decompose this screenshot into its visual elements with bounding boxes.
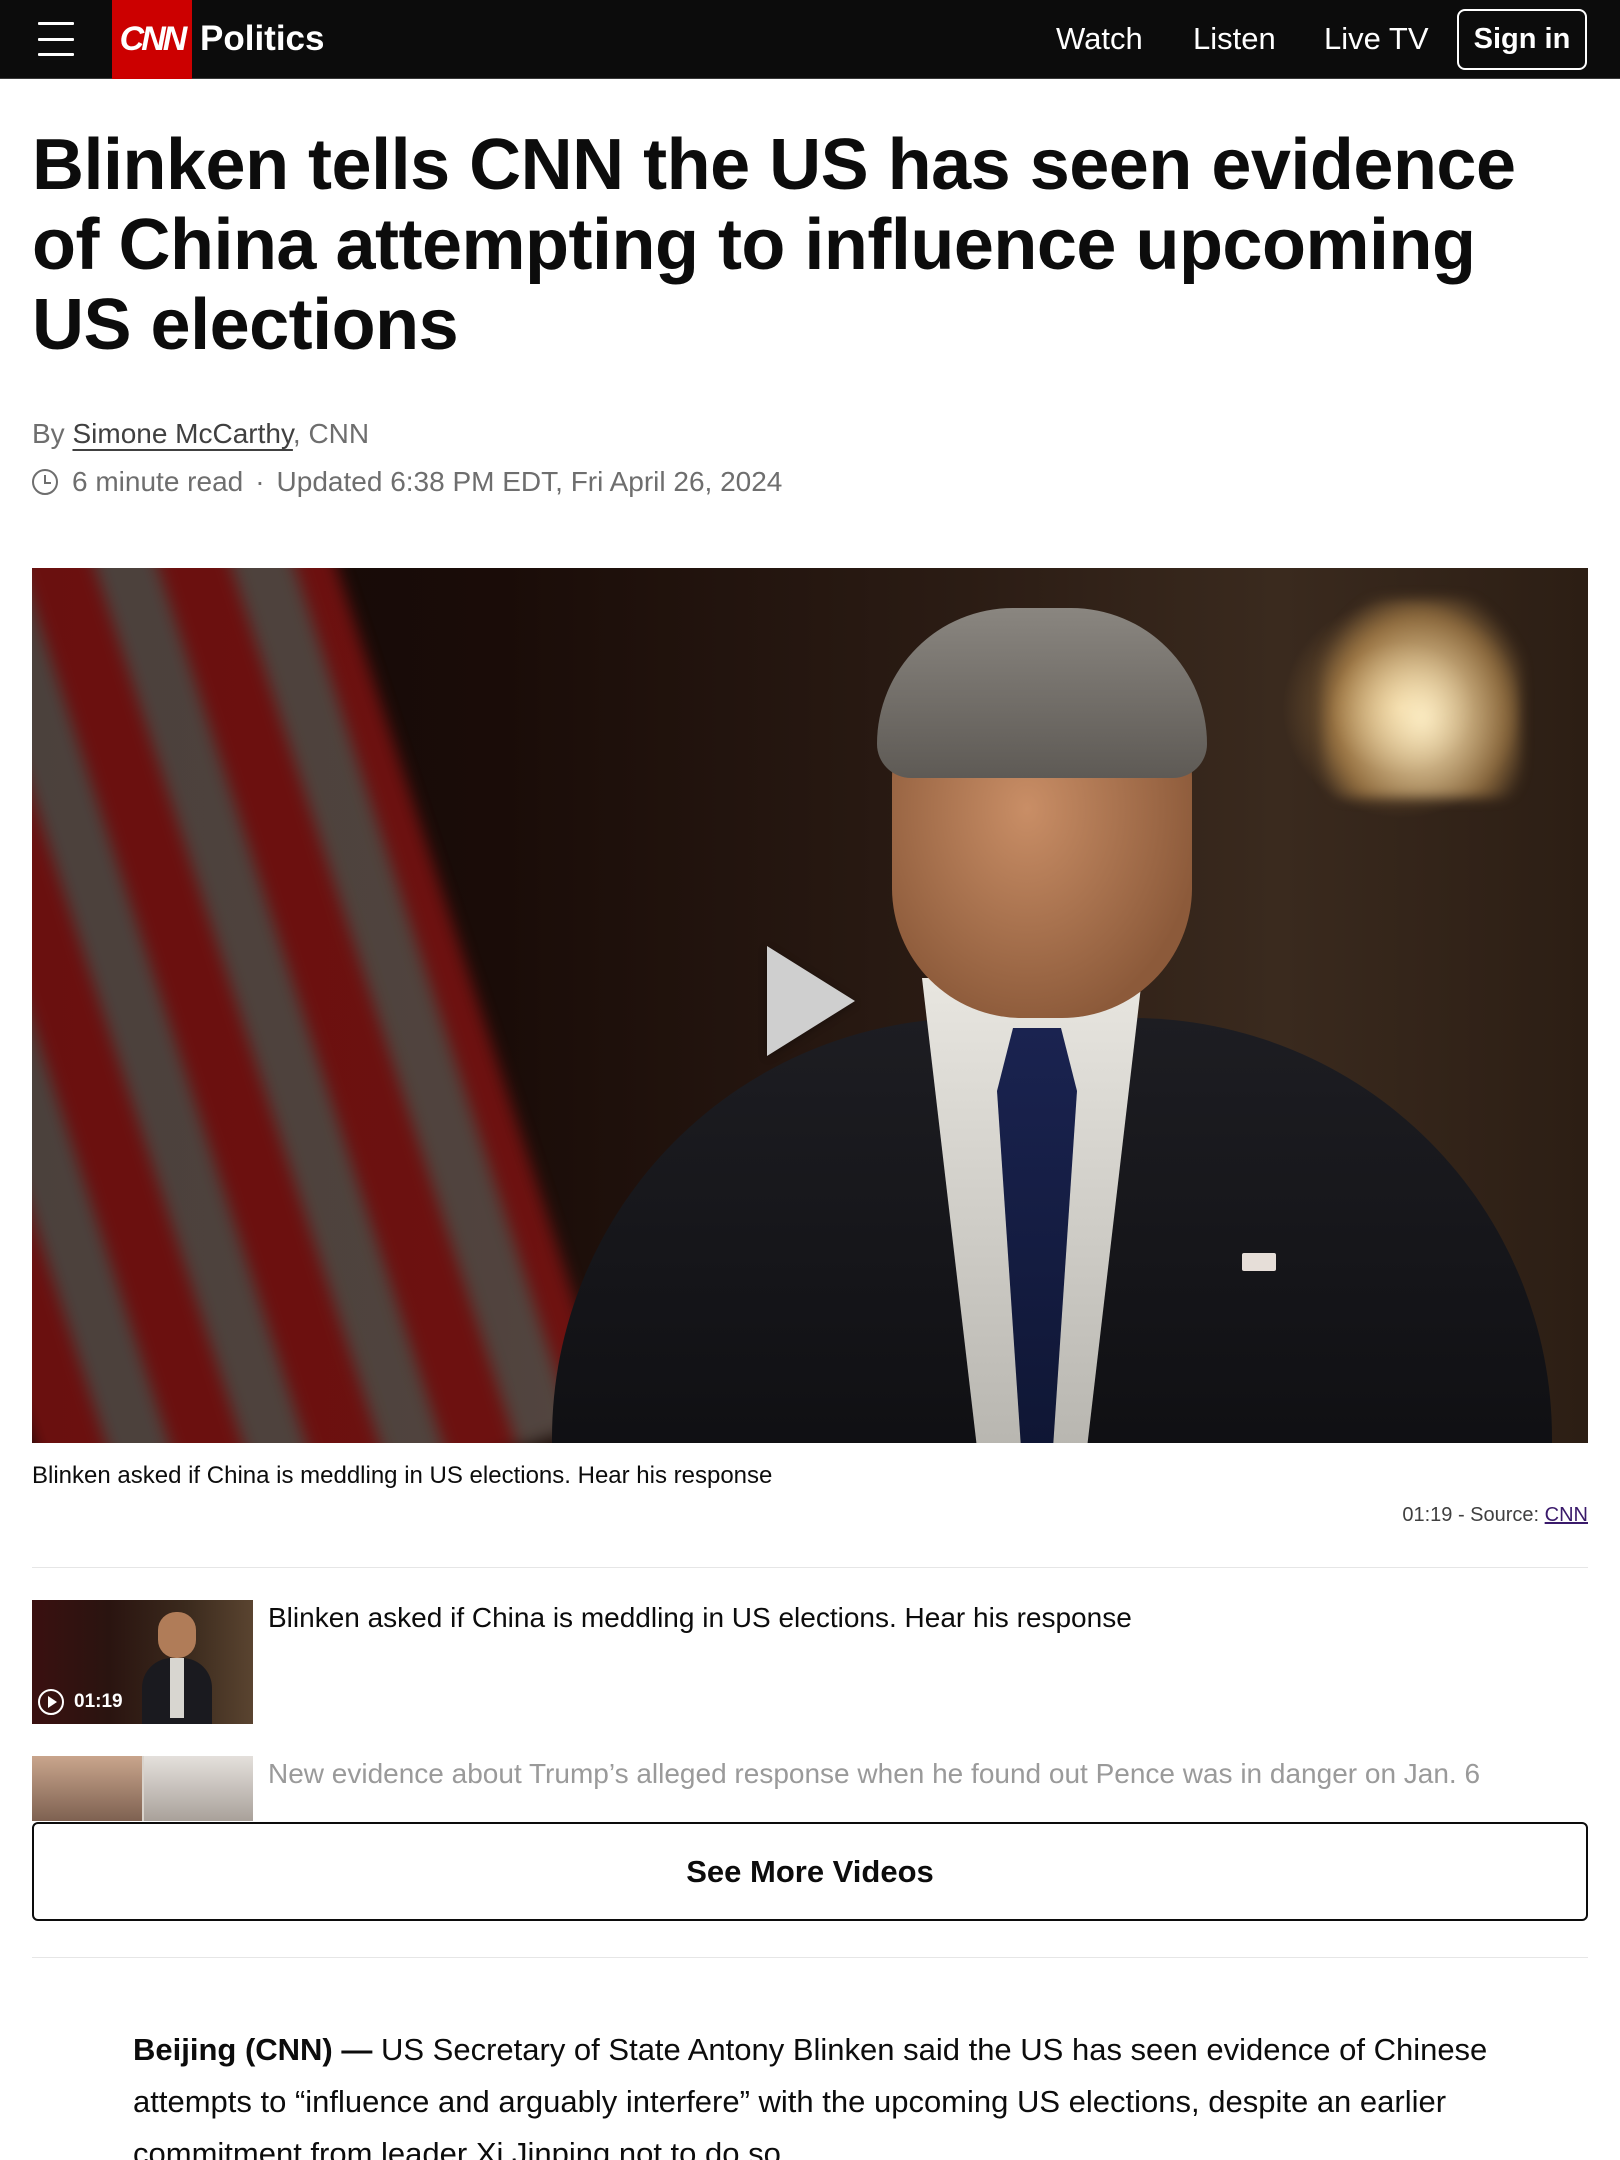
sign-in-button[interactable]: Sign in [1457,9,1587,70]
cnn-logo[interactable]: CNN [112,0,192,79]
video-player[interactable] [32,568,1588,1443]
playlist-item[interactable]: 01:19 Blinken asked if China is meddling… [32,1600,1588,1724]
dateline: Beijing (CNN) — [133,2032,373,2067]
video-subject [552,598,1552,1443]
article-paragraph: Beijing (CNN) — US Secretary of State An… [133,2024,1493,2160]
flag-background [32,568,613,1443]
meta-separator: · [255,466,265,497]
logo-text: CNN [119,20,188,58]
divider [32,1957,1588,1958]
playlist-item[interactable]: New evidence about Trump’s alleged respo… [32,1756,1588,1821]
menu-icon[interactable] [38,22,74,56]
top-navigation-bar: CNN Politics Watch Listen Live TV Sign i… [0,0,1620,79]
byline-outlet: , CNN [292,418,370,449]
read-time: 6 minute read [72,466,244,497]
section-title[interactable]: Politics [200,18,324,60]
duration-text: 01:19 [74,1691,123,1712]
nav-live-tv[interactable]: Live TV [1324,18,1429,60]
clock-icon [32,469,58,495]
video-thumbnail[interactable] [32,1756,253,1821]
play-circle-icon [38,1689,64,1715]
video-source: 01:19 - Source: CNN [1402,1502,1588,1528]
play-icon[interactable] [767,946,855,1056]
source-link[interactable]: CNN [1545,1504,1588,1526]
author-link[interactable]: Simone McCarthy [72,418,292,449]
article-meta: 6 minute read · Updated 6:38 PM EDT, Fri… [32,464,782,500]
video-caption: Blinken asked if China is meddling in US… [32,1462,773,1489]
playlist-item-title[interactable]: Blinken asked if China is meddling in US… [268,1600,1132,1636]
divider [32,1567,1588,1568]
video-thumbnail[interactable]: 01:19 [32,1600,253,1724]
article-headline: Blinken tells CNN the US has seen eviden… [32,125,1516,365]
nav-listen[interactable]: Listen [1193,18,1276,60]
duration-source-label: 01:19 - Source: [1402,1504,1545,1526]
byline: By Simone McCarthy, CNN [32,416,369,452]
see-more-videos-button[interactable]: See More Videos [32,1822,1588,1921]
playlist-item-title[interactable]: New evidence about Trump’s alleged respo… [268,1756,1480,1792]
byline-prefix: By [32,418,73,449]
duration-badge: 01:19 [38,1689,123,1715]
updated-timestamp: Updated 6:38 PM EDT, Fri April 26, 2024 [276,466,783,497]
nav-watch[interactable]: Watch [1056,18,1143,60]
